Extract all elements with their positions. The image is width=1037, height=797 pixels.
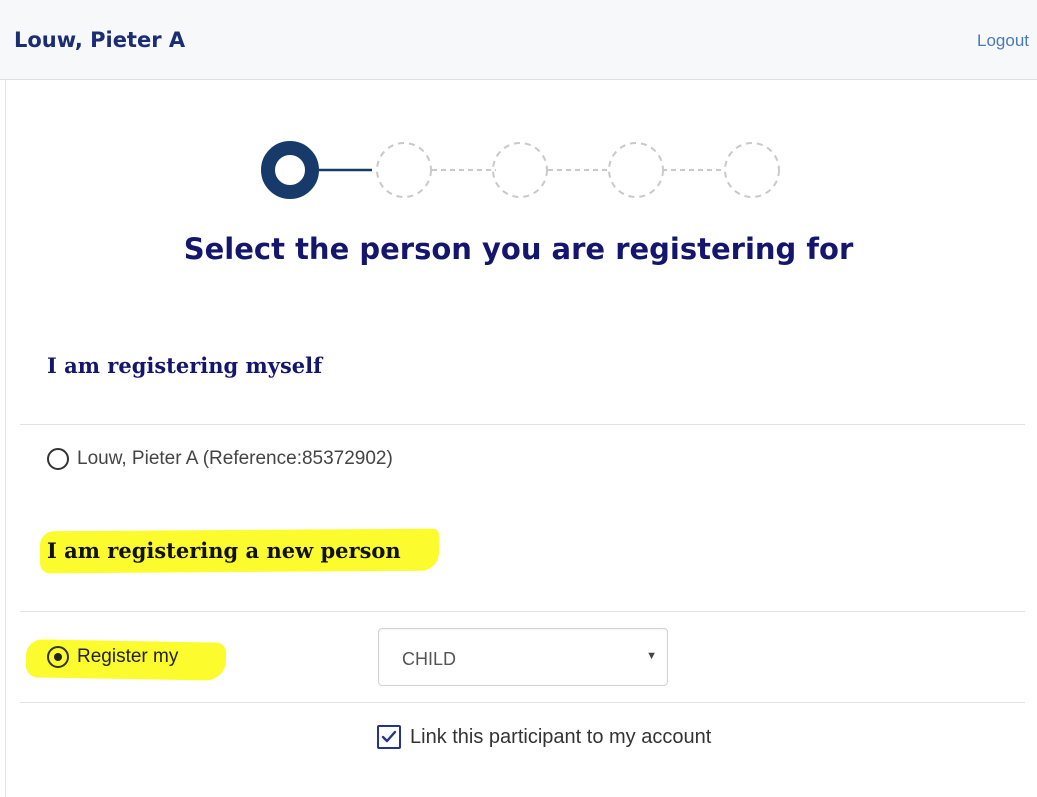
- checkmark-icon: [381, 730, 397, 743]
- divider: [20, 702, 1025, 703]
- top-header: Louw, Pieter A Logout: [0, 0, 1037, 80]
- link-participant-label: Link this participant to my account: [410, 725, 712, 748]
- logout-link[interactable]: Logout: [977, 31, 1029, 51]
- stepper-step-icon: [492, 142, 548, 198]
- progress-stepper: [261, 141, 780, 199]
- divider: [20, 424, 1025, 425]
- relationship-select[interactable]: CHILD ▼: [378, 628, 668, 686]
- page-title: Select the person you are registering fo…: [183, 232, 854, 266]
- section-heading-new-person: I am registering a new person: [47, 538, 401, 563]
- stepper-step-icon: [376, 142, 432, 198]
- stepper-step-icon: [724, 142, 780, 198]
- radio-filled-icon[interactable]: [47, 646, 69, 668]
- stepper-step-icon: [608, 142, 664, 198]
- radio-option-myself[interactable]: Louw, Pieter A (Reference:85372902): [47, 448, 393, 470]
- caret-down-icon: ▼: [646, 650, 657, 662]
- content-left-border: [5, 80, 6, 797]
- user-name: Louw, Pieter A: [14, 28, 186, 52]
- radio-empty-icon[interactable]: [47, 448, 69, 470]
- link-participant-checkbox-row[interactable]: Link this participant to my account: [377, 725, 711, 749]
- radio-dot: [54, 653, 62, 661]
- divider: [20, 611, 1025, 612]
- registration-page: Louw, Pieter A Logout Select the person …: [0, 0, 1037, 797]
- radio-option-myself-label: Louw, Pieter A (Reference:85372902): [77, 448, 393, 469]
- stepper-step-current-icon: [261, 141, 319, 199]
- radio-option-register-label: Register my: [77, 646, 179, 667]
- section-heading-myself: I am registering myself: [47, 353, 323, 378]
- relationship-select-value: CHILD: [402, 649, 457, 669]
- link-participant-checkbox[interactable]: [377, 725, 401, 749]
- radio-option-register-my[interactable]: Register my: [47, 646, 178, 668]
